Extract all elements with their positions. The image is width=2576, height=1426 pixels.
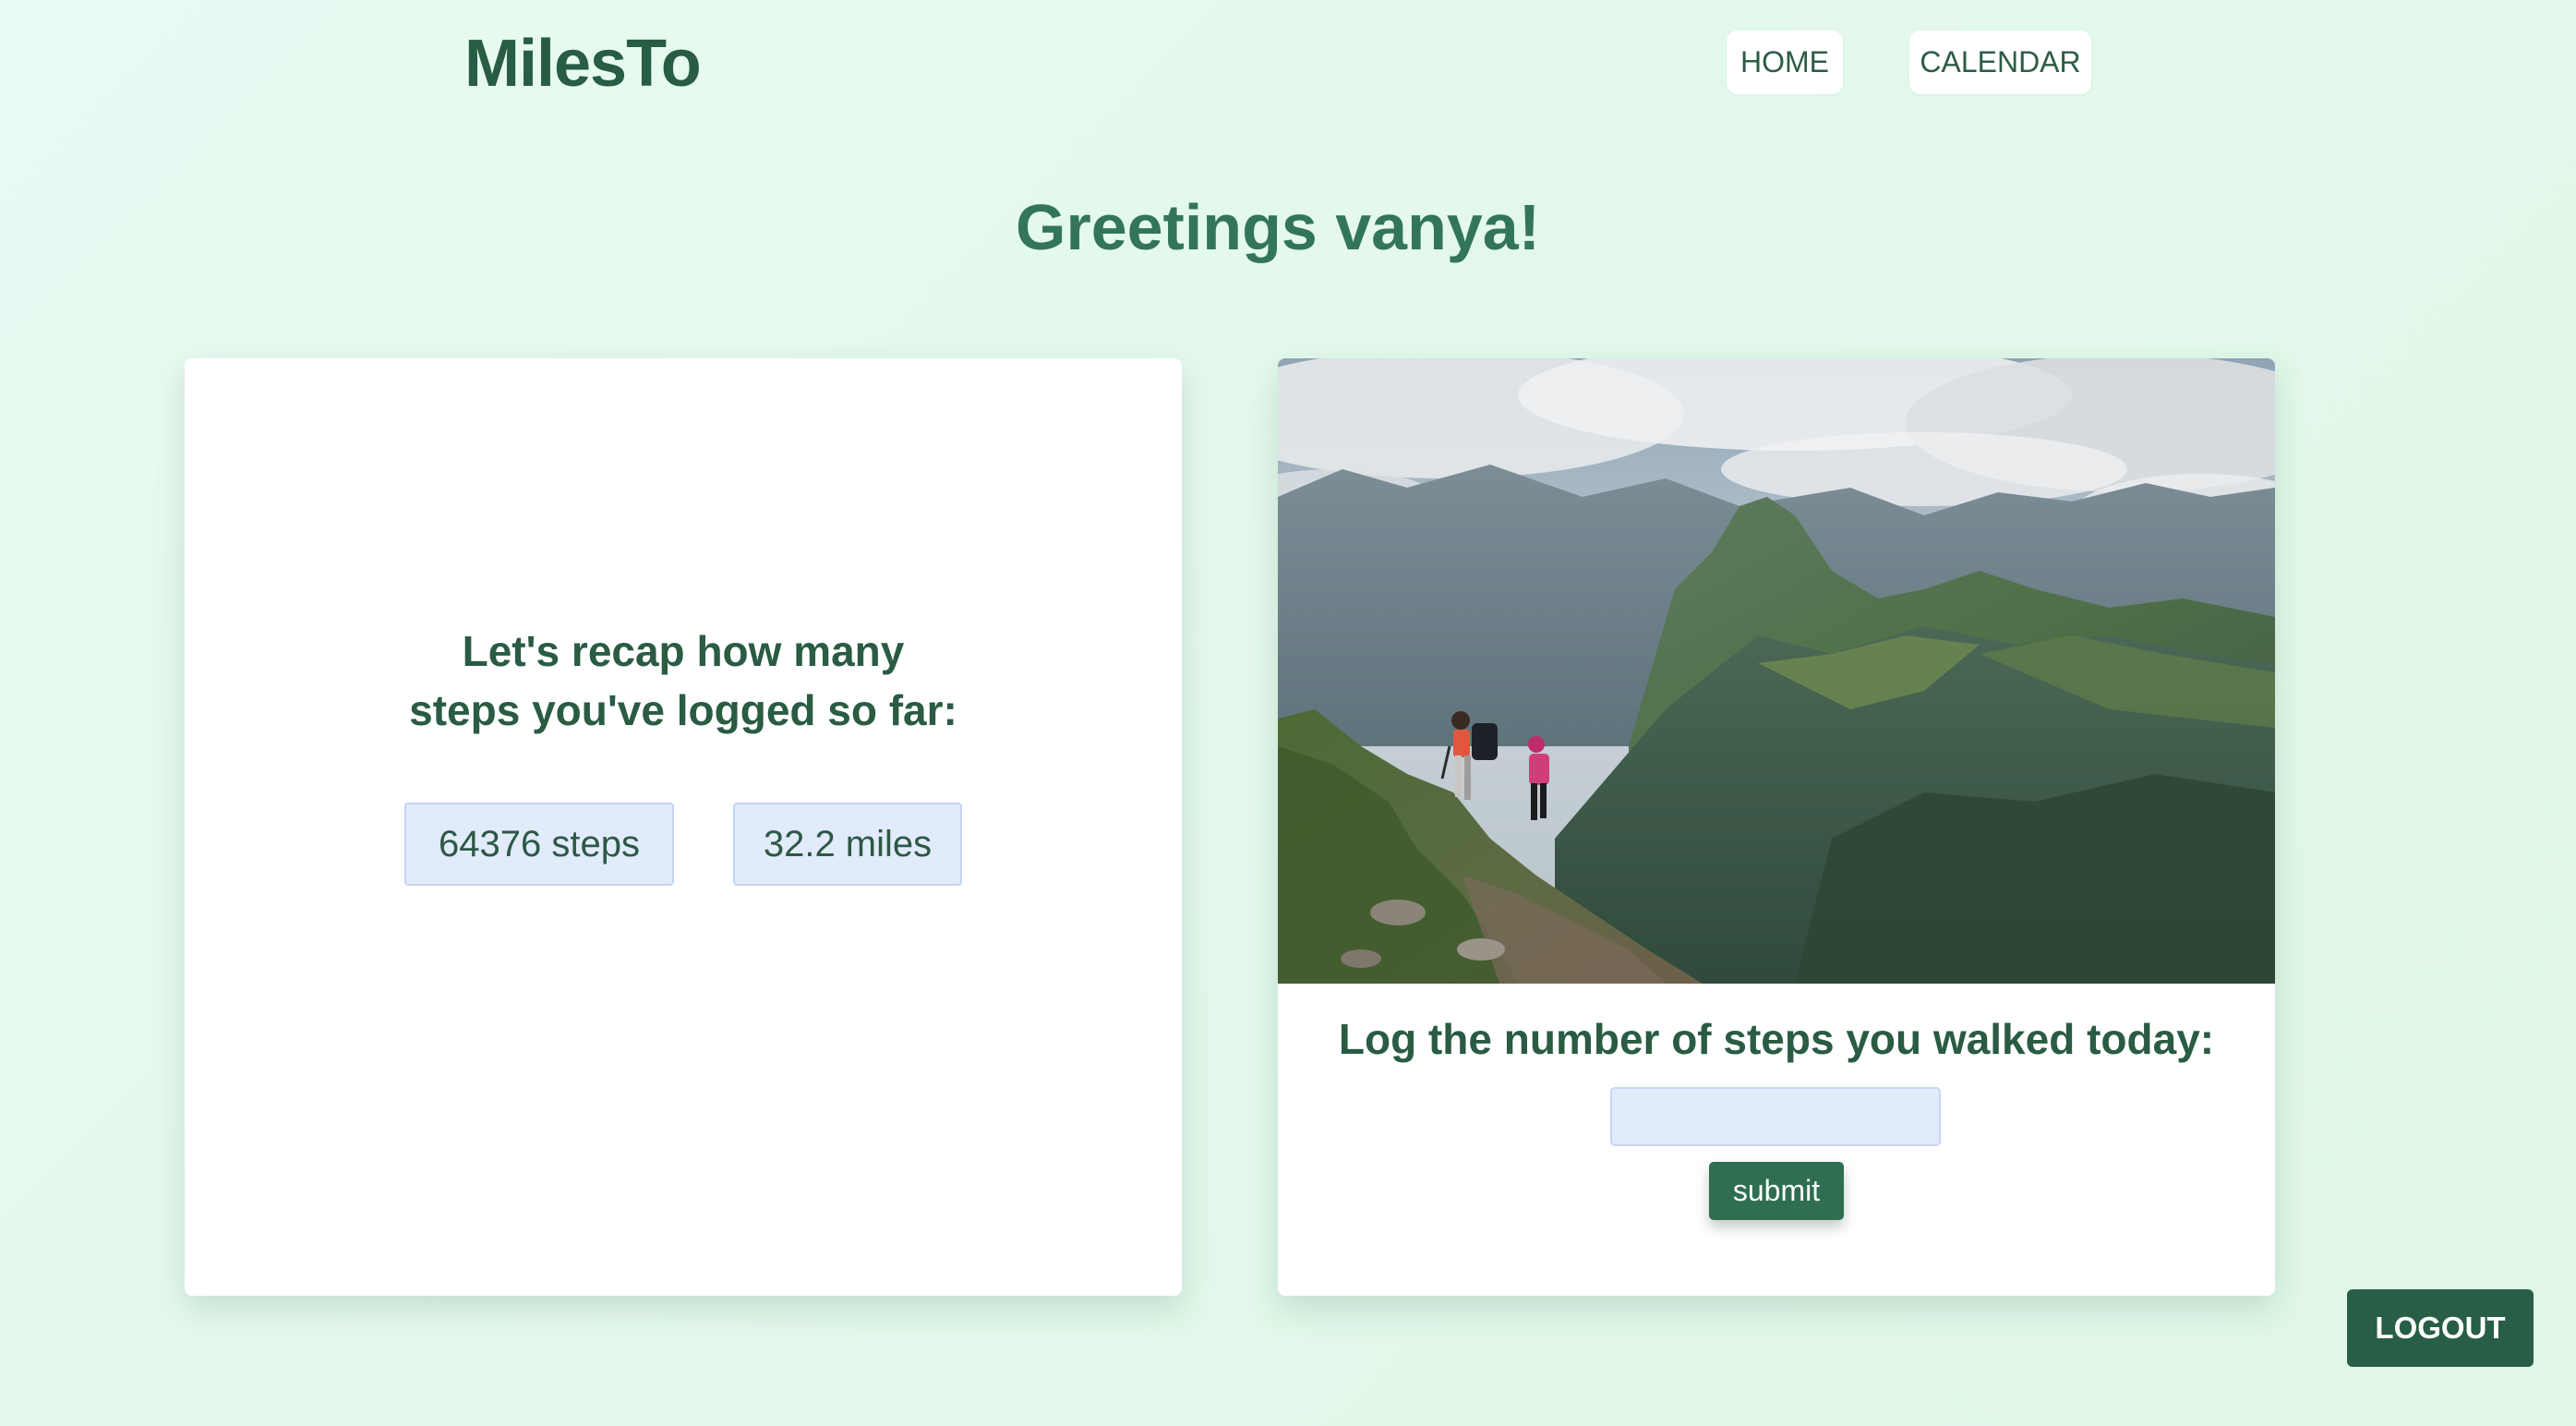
recap-heading: Let's recap how many steps you've logged… <box>185 622 1182 740</box>
brand-logo[interactable]: MilesTo <box>464 26 702 102</box>
hikers-mountain-photo <box>1278 358 2275 984</box>
logout-button[interactable]: LOGOUT <box>2347 1289 2534 1367</box>
recap-heading-line2: steps you've logged so far: <box>409 686 957 734</box>
recap-heading-line1: Let's recap how many <box>462 627 905 675</box>
log-steps-card: Log the number of steps you walked today… <box>1278 358 2275 1296</box>
nav-calendar-button[interactable]: CALENDAR <box>1909 30 2091 94</box>
miles-total-badge: 32.2 miles <box>733 803 962 886</box>
recap-card: Let's recap how many steps you've logged… <box>185 358 1182 1296</box>
submit-button[interactable]: submit <box>1709 1162 1844 1220</box>
page-title: Greetings vanya! <box>1016 191 1540 263</box>
steps-total-badge: 64376 steps <box>404 803 674 886</box>
log-steps-heading: Log the number of steps you walked today… <box>1338 1015 2215 1063</box>
steps-input[interactable] <box>1610 1087 1941 1146</box>
nav-home-button[interactable]: HOME <box>1727 30 1843 94</box>
